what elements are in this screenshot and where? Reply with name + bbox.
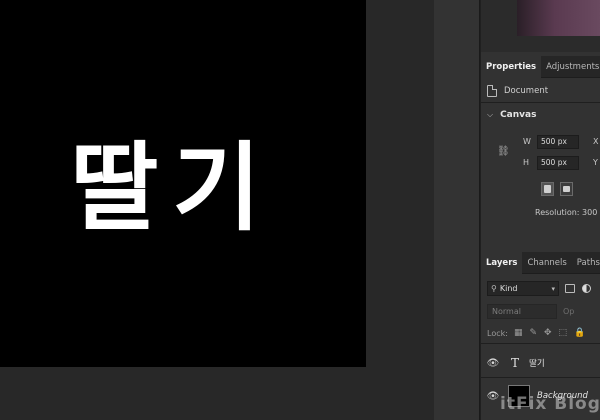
divider: [481, 102, 600, 103]
link-dimensions-icon[interactable]: ⛓: [497, 146, 510, 157]
tab-layers[interactable]: Layers: [481, 252, 523, 274]
visibility-eye-icon[interactable]: 👁: [481, 358, 505, 369]
lock-transparent-icon[interactable]: ▦: [514, 328, 523, 338]
width-row: W 500 px X: [523, 134, 598, 149]
document-row: Document: [487, 82, 548, 100]
lock-move-icon[interactable]: ✥: [544, 328, 552, 338]
height-input[interactable]: 500 px: [537, 155, 579, 170]
lock-label: Lock:: [487, 328, 508, 338]
right-panel: Properties Adjustments Document ⌵ Canvas…: [480, 0, 600, 420]
pixel-filter-icon[interactable]: [565, 284, 575, 293]
layer-kind-filter[interactable]: ⚲ Kind ▾: [487, 281, 559, 296]
landscape-orientation-button[interactable]: [560, 182, 573, 196]
lock-all-icon[interactable]: 🔒: [574, 328, 585, 338]
portrait-icon: [544, 185, 551, 193]
tab-properties[interactable]: Properties: [481, 56, 542, 78]
canvas-section-header[interactable]: ⌵ Canvas: [487, 108, 536, 122]
width-input[interactable]: 500 px: [537, 134, 579, 149]
landscape-icon: [563, 186, 570, 192]
layer-name: 딸기: [529, 359, 545, 369]
watermark: itFix Blog: [500, 394, 600, 414]
opacity-label: Op: [563, 307, 575, 316]
document-canvas[interactable]: 딸기: [0, 0, 366, 367]
document-workspace: 딸기: [0, 0, 434, 420]
properties-tabs: Properties Adjustments: [481, 56, 600, 78]
chevron-down-icon: ⌵: [487, 110, 494, 119]
tab-paths[interactable]: Paths: [572, 252, 600, 274]
layer-filter-row: ⚲ Kind ▾: [487, 281, 591, 296]
height-row: H 500 px Y: [523, 155, 598, 170]
blend-row: Normal Op: [487, 304, 574, 319]
canvas-text: 딸기: [70, 132, 275, 244]
layer-row-text[interactable]: 👁 T 딸기: [481, 350, 600, 376]
document-label: Document: [504, 86, 549, 96]
lock-row: Lock: ▦ ✎ ✥ ⬚ 🔒: [487, 327, 592, 339]
adjustment-filter-icon[interactable]: [582, 284, 591, 293]
panel-dock-gutter: [434, 0, 480, 420]
height-label: H: [523, 158, 530, 167]
width-label: W: [523, 137, 531, 146]
preview-swatch: [517, 0, 600, 36]
document-icon: [487, 85, 497, 97]
tab-channels[interactable]: Channels: [522, 252, 571, 274]
blend-mode-select[interactable]: Normal: [487, 304, 557, 319]
type-layer-icon: T: [510, 356, 519, 370]
search-icon: ⚲: [491, 284, 497, 293]
divider: [481, 377, 600, 378]
divider: [481, 343, 600, 344]
tab-adjustments[interactable]: Adjustments: [541, 56, 600, 78]
lock-artboard-icon[interactable]: ⬚: [559, 328, 568, 338]
kind-label: Kind: [499, 284, 518, 293]
canvas-section-title: Canvas: [500, 110, 537, 120]
lock-brush-icon[interactable]: ✎: [529, 328, 537, 338]
chevron-down-icon: ▾: [551, 284, 555, 293]
portrait-orientation-button[interactable]: [541, 182, 554, 196]
resolution-text: Resolution: 300: [535, 208, 598, 217]
x-label: X: [593, 137, 599, 146]
y-label: Y: [593, 158, 598, 167]
preview-area: [481, 0, 600, 52]
layers-tabs: Layers Channels Paths: [481, 252, 600, 274]
